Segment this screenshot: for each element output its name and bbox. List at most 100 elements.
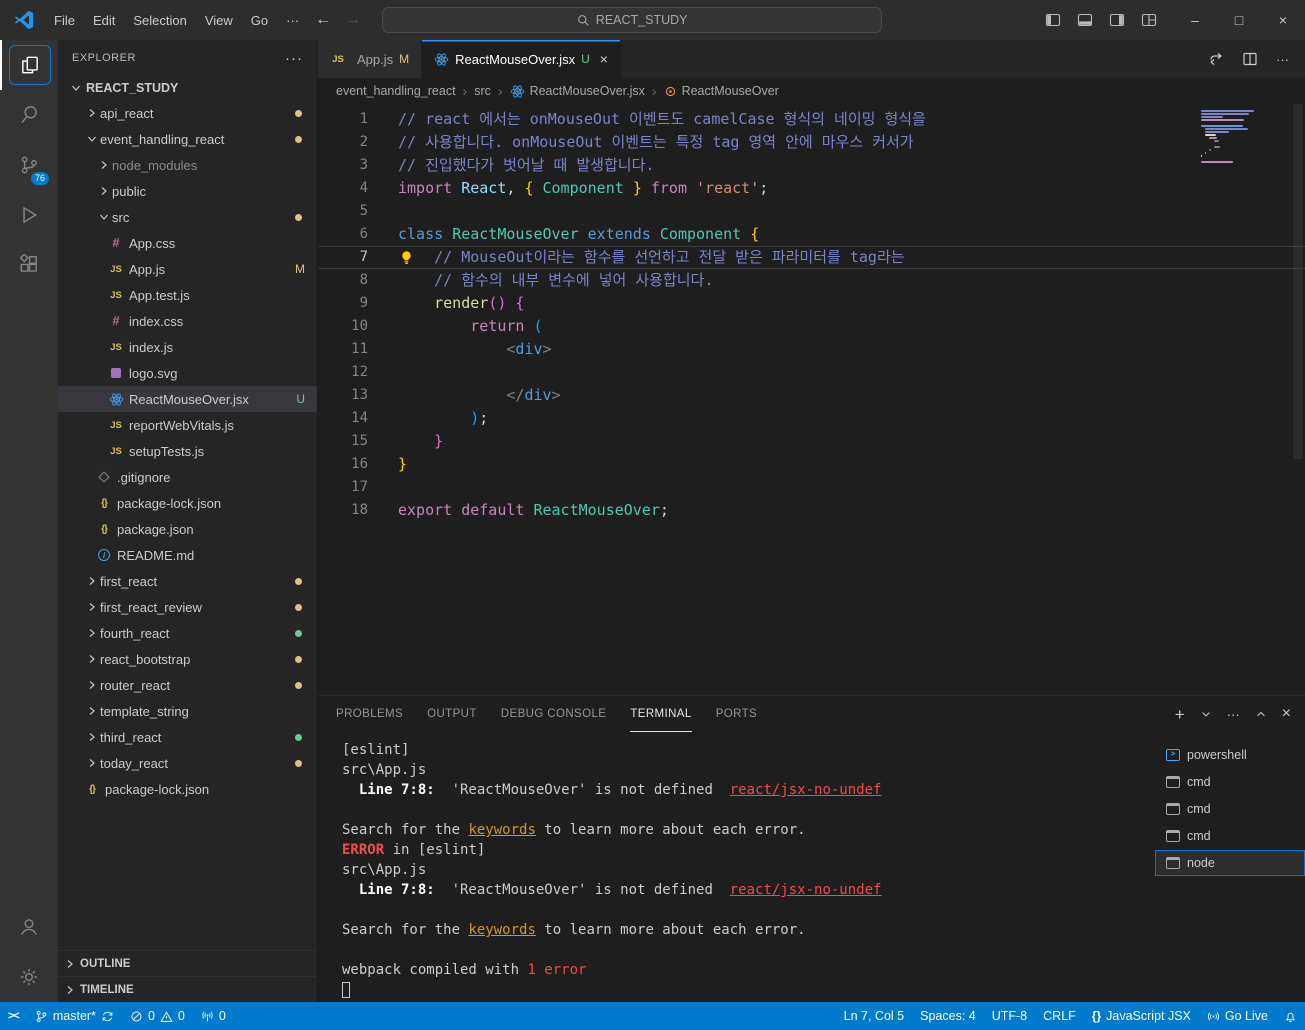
panel-tab-ports[interactable]: PORTS (716, 696, 757, 732)
breadcrumb-item-ReactMouseOver.jsx[interactable]: ReactMouseOver.jsx (510, 84, 645, 99)
back-arrow-icon[interactable]: ← (315, 11, 331, 29)
panel-tab-debug-console[interactable]: DEBUG CONSOLE (501, 696, 607, 732)
more-actions-icon[interactable]: ··· (1227, 707, 1240, 722)
tree-item-index.js[interactable]: JS index.js (58, 334, 317, 360)
tree-item-App.js[interactable]: JS App.js M (58, 256, 317, 282)
tree-item-router_react[interactable]: router_react (58, 672, 317, 698)
command-center-search[interactable]: REACT_STUDY (382, 7, 883, 33)
tree-item-event_handling_react[interactable]: event_handling_react (58, 126, 317, 152)
minimap[interactable] (1201, 110, 1289, 164)
code-line-7[interactable]: 7 // MouseOut이라는 함수를 선언하고 전달 받은 파라미터를 ta… (318, 246, 1305, 269)
menu-more-icon[interactable]: ··· (277, 9, 308, 32)
tree-item-template_string[interactable]: template_string (58, 698, 317, 724)
tree-item-first_react[interactable]: first_react (58, 568, 317, 594)
breadcrumb-item-event_handling_react[interactable]: event_handling_react (336, 84, 456, 98)
customize-layout-icon[interactable] (1141, 12, 1157, 28)
menu-go[interactable]: Go (242, 9, 277, 32)
tree-item-App.css[interactable]: # App.css (58, 230, 317, 256)
tree-item-public[interactable]: public (58, 178, 317, 204)
minimize-icon[interactable]: – (1173, 0, 1217, 40)
cursor-position[interactable]: Ln 7, Col 5 (836, 1002, 912, 1030)
timeline-section[interactable]: TIMELINE (58, 976, 317, 1002)
close-window-icon[interactable]: × (1261, 0, 1305, 40)
code-line-17[interactable]: 17 (318, 476, 1305, 499)
git-branch-status[interactable]: master* (27, 1002, 122, 1030)
outline-section[interactable]: OUTLINE (58, 950, 317, 976)
panel-tab-output[interactable]: OUTPUT (427, 696, 477, 732)
search-activity-icon[interactable] (0, 90, 58, 140)
tree-item-api_react[interactable]: api_react (58, 100, 317, 126)
tree-item-reportWebVitals.js[interactable]: JS reportWebVitals.js (58, 412, 317, 438)
terminal-instance-cmd[interactable]: cmd (1155, 796, 1305, 822)
toggle-panel-icon[interactable] (1077, 12, 1093, 28)
tree-item-index.css[interactable]: # index.css (58, 308, 317, 334)
source-control-activity-icon[interactable]: 76 (0, 140, 58, 190)
tree-item-first_react_review[interactable]: first_react_review (58, 594, 317, 620)
menu-edit[interactable]: Edit (84, 9, 124, 32)
tree-item-package-lock.json[interactable]: {} package-lock.json (58, 490, 317, 516)
code-line-14[interactable]: 14 ); (318, 407, 1305, 430)
more-actions-icon[interactable]: ··· (285, 50, 303, 67)
code-line-15[interactable]: 15 } (318, 430, 1305, 453)
code-line-2[interactable]: 2 // 사용합니다. onMouseOut 이벤트는 특정 tag 영역 안에 … (318, 131, 1305, 154)
code-line-6[interactable]: 6 class ReactMouseOver extends Component … (318, 223, 1305, 246)
more-actions-icon[interactable]: ··· (1276, 52, 1289, 67)
terminal-link[interactable]: keywords (468, 922, 535, 938)
terminal-link[interactable]: react/jsx-no-undef (730, 782, 882, 798)
go-live-button[interactable]: Go Live (1199, 1002, 1276, 1030)
terminal-instance-powershell[interactable]: > powershell (1155, 742, 1305, 768)
open-changes-icon[interactable] (1208, 51, 1224, 67)
explorer-activity-icon[interactable] (0, 40, 58, 90)
encoding-setting[interactable]: UTF-8 (984, 1002, 1035, 1030)
split-editor-icon[interactable] (1242, 51, 1258, 67)
code-line-5[interactable]: 5 (318, 200, 1305, 223)
tree-item-today_react[interactable]: today_react (58, 750, 317, 776)
code-line-9[interactable]: 9 render() { (318, 292, 1305, 315)
tree-item-.gitignore[interactable]: .gitignore (58, 464, 317, 490)
code-line-18[interactable]: 18 export default ReactMouseOver; (318, 499, 1305, 522)
code-line-10[interactable]: 10 return ( (318, 315, 1305, 338)
menu-selection[interactable]: Selection (124, 9, 195, 32)
tree-item-third_react[interactable]: third_react (58, 724, 317, 750)
toggle-sidebar-icon[interactable] (1045, 12, 1061, 28)
code-line-13[interactable]: 13 </div> (318, 384, 1305, 407)
indentation-setting[interactable]: Spaces: 4 (912, 1002, 984, 1030)
terminal-instance-cmd[interactable]: cmd (1155, 769, 1305, 795)
code-line-12[interactable]: 12 (318, 361, 1305, 384)
tree-item-ReactMouseOver.jsx[interactable]: ReactMouseOver.jsx U (58, 386, 317, 412)
tree-item-fourth_react[interactable]: fourth_react (58, 620, 317, 646)
code-line-16[interactable]: 16} (318, 453, 1305, 476)
eol-setting[interactable]: CRLF (1035, 1002, 1084, 1030)
close-panel-icon[interactable]: × (1282, 705, 1291, 723)
editor-scrollbar[interactable] (1293, 104, 1303, 459)
ports-status[interactable]: 0 (193, 1002, 234, 1030)
tree-root-react-study[interactable]: REACT_STUDY (58, 76, 317, 100)
tree-item-react_bootstrap[interactable]: react_bootstrap (58, 646, 317, 672)
tree-item-setupTests.js[interactable]: JS setupTests.js (58, 438, 317, 464)
settings-gear-icon[interactable] (0, 952, 58, 1002)
code-line-8[interactable]: 8 // 함수의 내부 변수에 넣어 사용합니다. (318, 269, 1305, 292)
code-line-1[interactable]: 1 // react 에서는 onMouseOut 이벤트도 camelCase … (318, 108, 1305, 131)
menu-file[interactable]: File (45, 9, 84, 32)
tab-reactmouseover-jsx[interactable]: ReactMouseOver.jsx U × (422, 40, 621, 78)
tree-item-src[interactable]: src (58, 204, 317, 230)
run-debug-activity-icon[interactable] (0, 190, 58, 240)
tree-item-package.json[interactable]: {} package.json (58, 516, 317, 542)
terminal-link[interactable]: keywords (468, 822, 535, 838)
toggle-secondary-sidebar-icon[interactable] (1109, 12, 1125, 28)
terminal-instance-node[interactable]: node (1155, 850, 1305, 876)
language-mode[interactable]: {} JavaScript JSX (1084, 1002, 1199, 1030)
tree-item-package-lock.json[interactable]: {} package-lock.json (58, 776, 317, 802)
tree-item-App.test.js[interactable]: JS App.test.js (58, 282, 317, 308)
notifications-bell[interactable] (1276, 1002, 1305, 1030)
code-editor[interactable]: 1 // react 에서는 onMouseOut 이벤트도 camelCase … (318, 104, 1305, 695)
maximize-icon[interactable]: □ (1217, 0, 1261, 40)
problems-status[interactable]: 0 0 (122, 1002, 193, 1030)
maximize-panel-icon[interactable] (1255, 708, 1267, 720)
panel-tab-problems[interactable]: PROBLEMS (336, 696, 403, 732)
code-line-4[interactable]: 4 import React, { Component } from 'react… (318, 177, 1305, 200)
panel-tab-terminal[interactable]: TERMINAL (630, 696, 692, 732)
breadcrumb-item-src[interactable]: src (474, 84, 491, 98)
close-icon[interactable]: × (600, 51, 608, 67)
remote-indicator[interactable]: >< (0, 1002, 27, 1030)
